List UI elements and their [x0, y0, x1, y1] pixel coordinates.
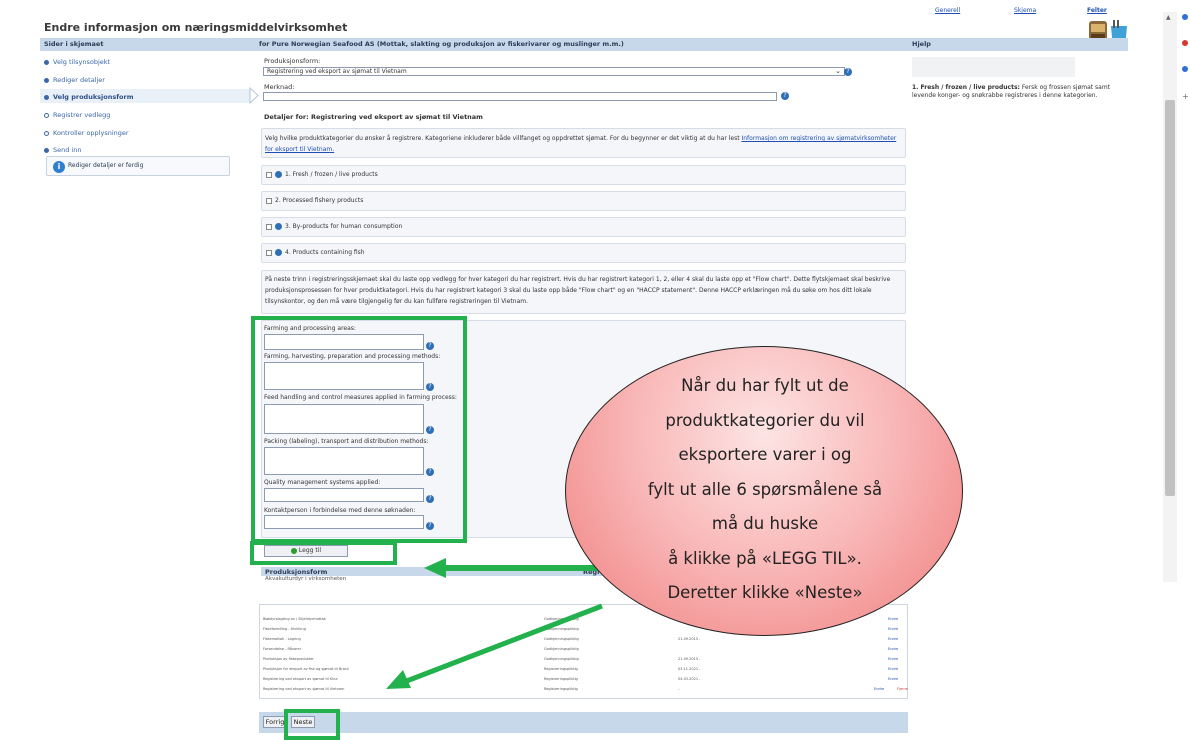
details-title: Detaljer for: Registrering ved eksport a…: [264, 113, 483, 121]
category-1-checkbox[interactable]: [266, 171, 272, 178]
edit-link[interactable]: Endre: [888, 637, 898, 641]
category-4-checkbox[interactable]: [266, 249, 272, 256]
callout-text: Når du har fylt ut de produktkategorier …: [647, 376, 883, 602]
nav-item-kontroller-opplysninger[interactable]: Kontroller opplysninger: [44, 129, 129, 137]
edit-link[interactable]: Endre: [888, 657, 898, 661]
help-icon[interactable]: ?: [781, 92, 789, 100]
questions-highlight-frame: [251, 316, 467, 543]
next-button-highlight-frame: [284, 709, 340, 740]
info-icon: i: [53, 161, 65, 173]
add-icon[interactable]: +: [1182, 92, 1189, 101]
upload-info-text: På neste trinn i registreringsskjemaet s…: [265, 276, 891, 305]
nav-item-registrer-vedlegg[interactable]: Registrer vedlegg: [44, 111, 110, 119]
edit-link[interactable]: Endre: [888, 617, 898, 621]
left-nav-header: Sider i skjemaet: [44, 40, 104, 48]
category-3-checkbox[interactable]: [266, 223, 272, 230]
edit-link[interactable]: Endre: [888, 647, 898, 651]
production-form-select[interactable]: Registrering ved eksport av sjømat til V…: [263, 67, 845, 76]
info-message-text: Rediger detaljer er ferdig: [68, 162, 144, 169]
category-3-row[interactable]: 3. By-products for human consumption: [266, 223, 402, 230]
category-4-row[interactable]: 4. Products containing fish: [266, 249, 365, 256]
scroll-up-icon[interactable]: ▲: [1166, 14, 1171, 21]
help-tab-skjema[interactable]: Skjema: [1014, 7, 1036, 14]
remove-link[interactable]: Fjerne: [897, 687, 908, 691]
edit-link[interactable]: Endre: [888, 667, 898, 671]
browser-app-icon[interactable]: [1182, 40, 1188, 46]
browser-sidebar: +: [1180, 0, 1190, 740]
production-form-label: Produksjonsform:: [264, 57, 321, 65]
arrow-to-table-icon: [386, 603, 603, 689]
add-button-highlight-frame: [250, 541, 397, 565]
send-step-icon: [44, 147, 49, 153]
intro-box: Velg hvilke produktkategorier du ønsker …: [261, 128, 906, 158]
category-1-row[interactable]: 1. Fresh / frozen / live products: [266, 171, 378, 178]
browser-app-icon[interactable]: [1182, 14, 1188, 20]
help-header: Hjelp: [912, 40, 931, 48]
nav-item-velg-produksjonsform[interactable]: Velg produksjonsform: [44, 93, 134, 101]
category-2-row[interactable]: 2. Processed fishery products: [266, 197, 363, 204]
nav-item-send-inn[interactable]: Send inn: [44, 146, 81, 154]
help-tab-felter[interactable]: Felter: [1087, 7, 1107, 14]
category-2-checkbox[interactable]: [266, 197, 272, 204]
current-step-icon: [44, 94, 49, 100]
help-icon[interactable]: [275, 171, 282, 178]
page-title: Endre informasjon om næringsmiddelvirkso…: [44, 21, 348, 34]
browser-app-icon[interactable]: [1182, 66, 1188, 72]
bottom-nav-bar: [259, 712, 908, 733]
help-icon[interactable]: ?: [844, 68, 852, 76]
upload-info-box: På neste trinn i registreringsskjemaet s…: [261, 270, 906, 314]
chevron-down-icon: ⌄: [835, 67, 841, 75]
nav-item-velg-tilsynsobjekt[interactable]: Velg tilsynsobjekt: [44, 58, 110, 66]
remark-label: Merknad:: [264, 83, 295, 91]
remark-input[interactable]: [263, 92, 777, 101]
help-icon[interactable]: [275, 249, 282, 256]
help-tab-active-bg: [1075, 57, 1125, 77]
scrollbar-thumb[interactable]: [1165, 100, 1175, 496]
form-header-bar: Sider i skjemaet for Pure Norwegian Seaf…: [40, 38, 1128, 51]
edit-link[interactable]: Endre: [888, 627, 898, 631]
nav-item-rediger-detaljer[interactable]: Rediger detaljer: [44, 76, 105, 84]
pending-step-icon: [44, 112, 49, 118]
info-message-box: i Rediger detaljer er ferdig: [46, 156, 230, 176]
help-icon[interactable]: [275, 223, 282, 230]
check-icon: [44, 77, 49, 83]
current-page-arrow-icon: [249, 87, 259, 104]
intro-text: Velg hvilke produktkategorier du ønsker …: [265, 135, 742, 142]
check-icon: [44, 59, 49, 65]
help-text: 1. Fresh / frozen / live products: Fersk…: [912, 84, 1111, 99]
main-header: for Pure Norwegian Seafood AS (Mottak, s…: [259, 40, 624, 48]
instruction-callout: Når du har fylt ut de produktkategorier …: [565, 346, 963, 636]
edit-link[interactable]: Endre: [874, 687, 884, 691]
help-tab-generell[interactable]: Generell: [935, 7, 960, 14]
edit-link[interactable]: Endre: [888, 677, 898, 681]
pending-step-icon: [44, 130, 49, 136]
